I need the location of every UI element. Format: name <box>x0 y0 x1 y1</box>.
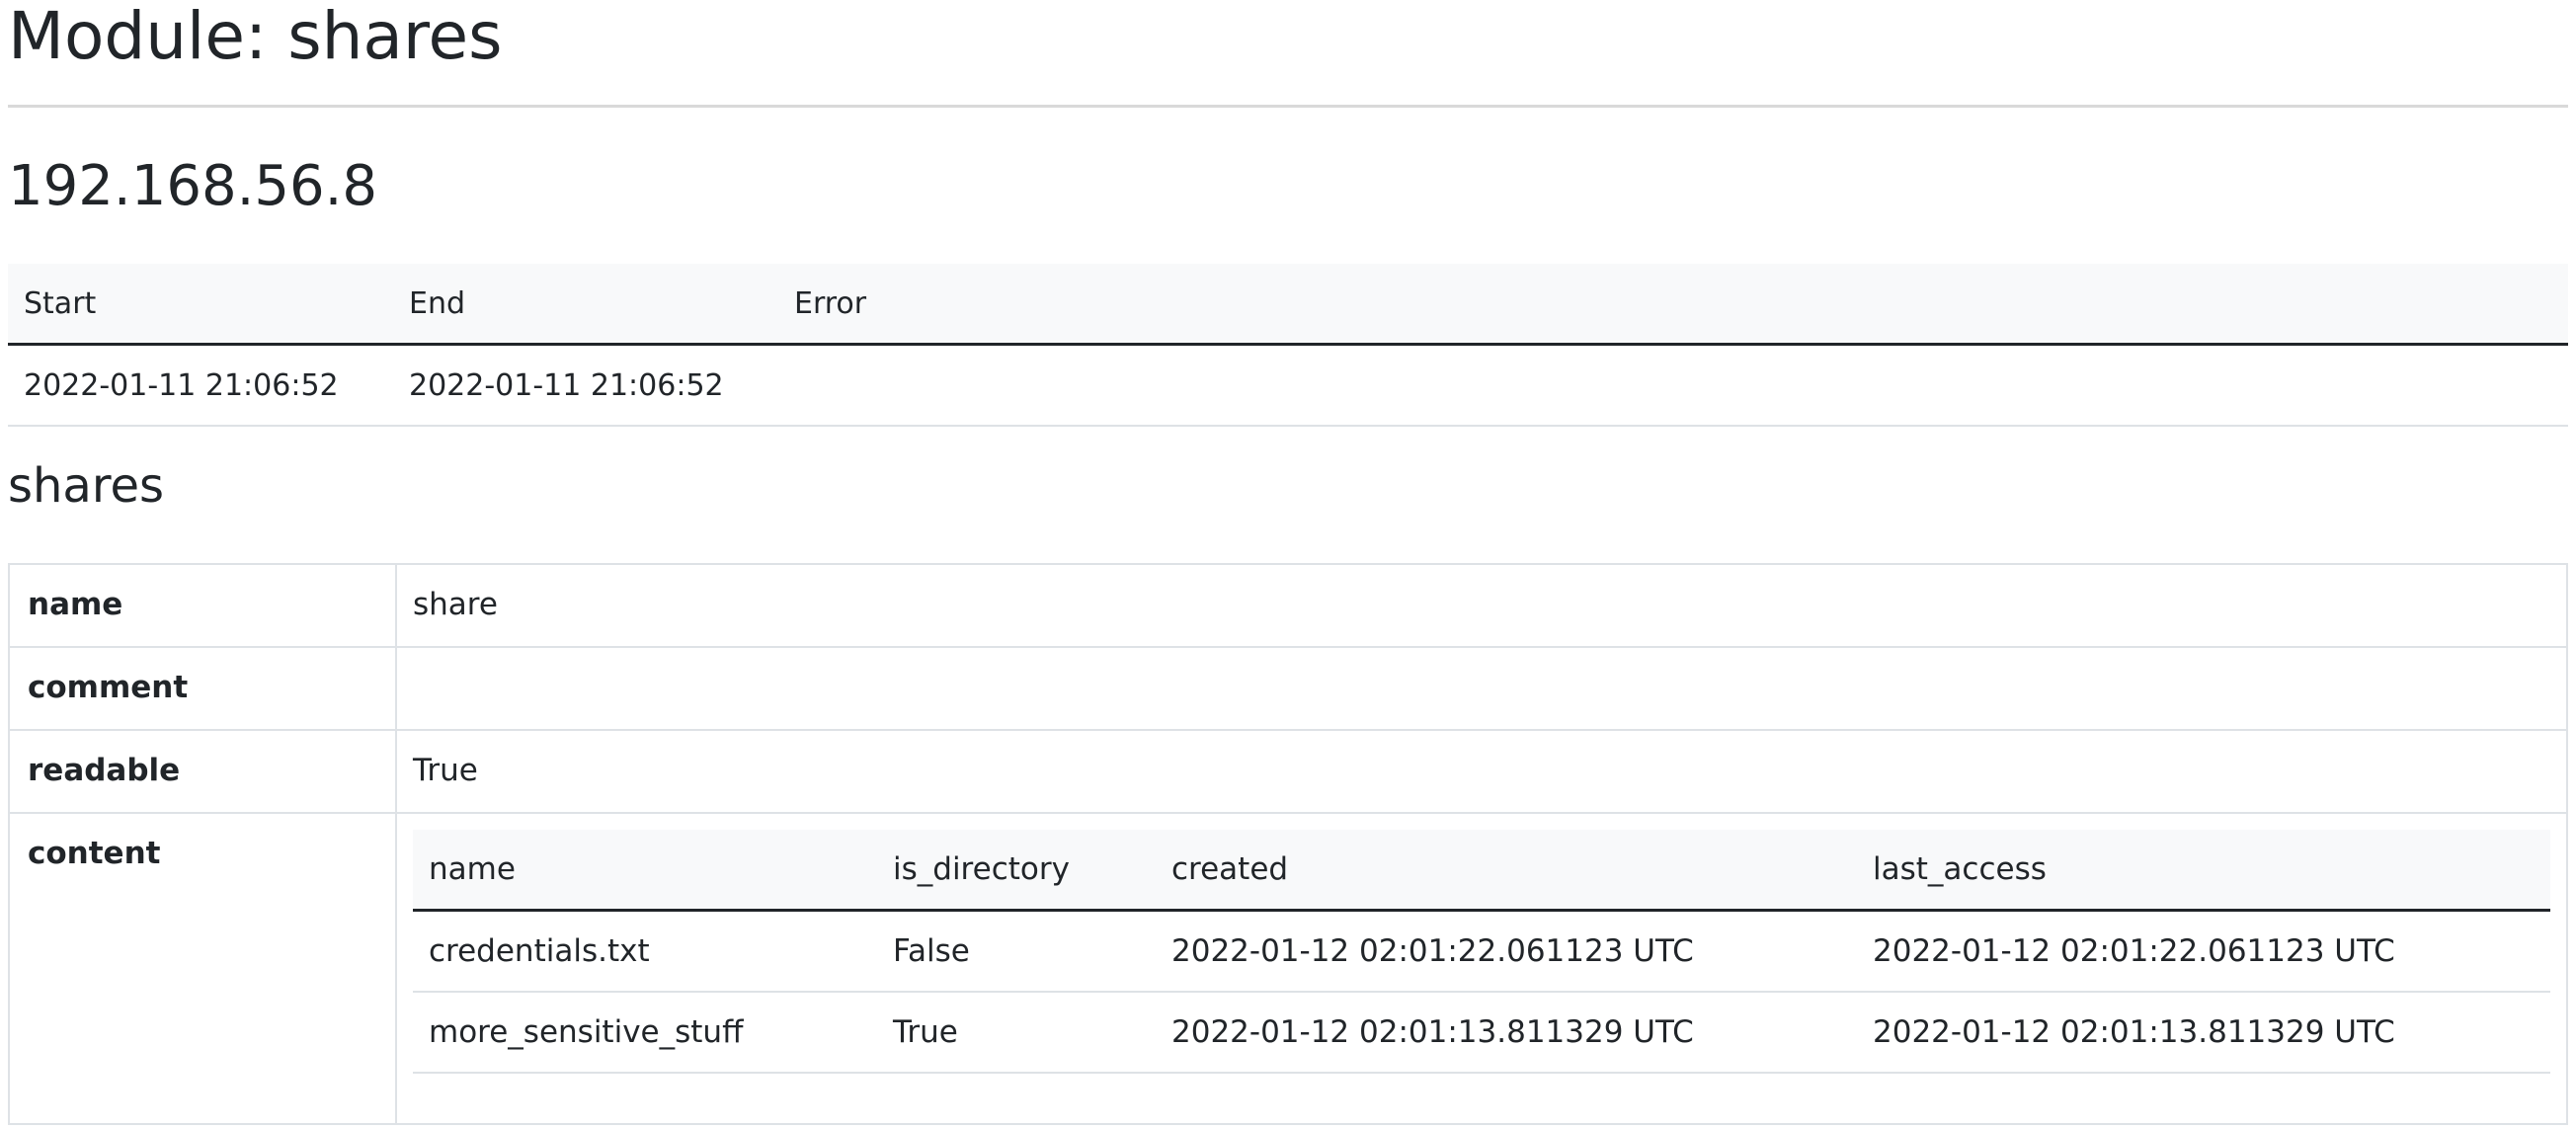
content-table: name is_directory created last_access cr… <box>413 830 2550 1074</box>
share-comment-value <box>395 646 2568 731</box>
content-col-name: name <box>413 830 877 912</box>
created-cell: 2022-01-12 02:01:13.811329 UTC <box>1156 992 1857 1074</box>
file-name-cell: credentials.txt <box>413 910 877 993</box>
share-readable-row: readable True <box>8 729 2568 814</box>
content-col-is-directory: is_directory <box>877 830 1156 912</box>
run-start-cell: 2022-01-11 21:06:52 <box>8 344 393 427</box>
title-divider <box>8 105 2568 108</box>
content-header-row: name is_directory created last_access <box>413 830 2550 912</box>
col-header-start: Start <box>8 264 393 346</box>
share-comment-label: comment <box>8 646 397 731</box>
share-comment-row: comment <box>8 646 2568 731</box>
share-name-label: name <box>8 563 397 648</box>
share-readable-label: readable <box>8 729 397 814</box>
share-content-label: content <box>8 812 397 1125</box>
col-header-end: End <box>393 264 778 346</box>
page-title: Module: shares <box>8 0 503 74</box>
share-readable-value: True <box>395 729 2568 814</box>
share-name-row: name share <box>8 563 2568 648</box>
last-access-cell: 2022-01-12 02:01:13.811329 UTC <box>1857 992 2550 1074</box>
table-row: credentials.txt False 2022-01-12 02:01:2… <box>413 910 2550 993</box>
table-row: more_sensitive_stuff True 2022-01-12 02:… <box>413 992 2550 1074</box>
share-details-table: name share comment readable True content… <box>8 563 2568 1125</box>
content-col-last-access: last_access <box>1857 830 2550 912</box>
run-error-cell <box>778 344 2568 427</box>
share-content-row: content name is_directory created last_a… <box>8 812 2568 1125</box>
page: Module: shares 192.168.56.8 Start End Er… <box>0 0 2576 1125</box>
host-heading: 192.168.56.8 <box>8 154 378 218</box>
run-end-cell: 2022-01-11 21:06:52 <box>393 344 778 427</box>
run-info-table: Start End Error 2022-01-11 21:06:52 2022… <box>8 264 2568 427</box>
run-row: 2022-01-11 21:06:52 2022-01-11 21:06:52 <box>8 344 2568 427</box>
last-access-cell: 2022-01-12 02:01:22.061123 UTC <box>1857 910 2550 993</box>
run-header-row: Start End Error <box>8 264 2568 346</box>
file-name-cell: more_sensitive_stuff <box>413 992 877 1074</box>
created-cell: 2022-01-12 02:01:22.061123 UTC <box>1156 910 1857 993</box>
is-directory-cell: True <box>877 992 1156 1074</box>
content-col-created: created <box>1156 830 1857 912</box>
is-directory-cell: False <box>877 910 1156 993</box>
share-name-value: share <box>395 563 2568 648</box>
col-header-error: Error <box>778 264 2568 346</box>
section-heading: shares <box>8 458 165 514</box>
share-content-cell: name is_directory created last_access cr… <box>395 812 2568 1125</box>
